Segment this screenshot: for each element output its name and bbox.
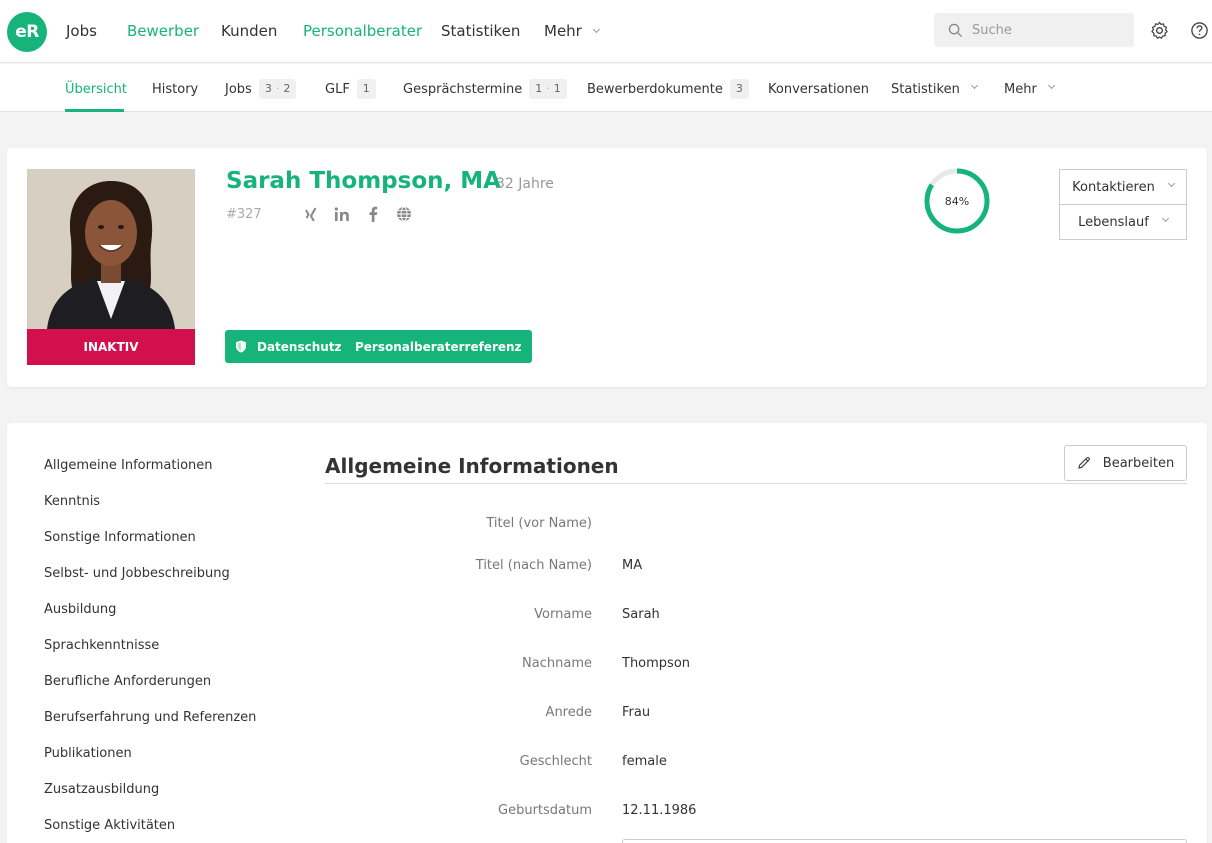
- tab-konversationen[interactable]: Konversationen: [768, 80, 869, 98]
- field-value-titel-nach: MA: [622, 558, 643, 573]
- field-label-titel-nach: Titel (nach Name): [475, 558, 592, 573]
- tab-mehr-label: Mehr: [1004, 81, 1037, 97]
- kontaktieren-dropdown[interactable]: Kontaktieren: [1059, 169, 1187, 205]
- field-label-nachname: Nachname: [522, 656, 592, 671]
- field-label-anrede: Anrede: [545, 705, 592, 720]
- tab-bewerberdokumente-label: Bewerberdokumente: [587, 81, 723, 97]
- sidebar-item-sonstige-aktivitaeten[interactable]: Sonstige Aktivitäten: [44, 818, 175, 833]
- nav-bewerber[interactable]: Bewerber: [127, 22, 199, 40]
- lebenslauf-label: Lebenslauf: [1078, 214, 1149, 230]
- edit-button[interactable]: Bearbeiten: [1064, 445, 1187, 481]
- sidebar-item-ausbildung[interactable]: Ausbildung: [44, 602, 116, 617]
- tab-glf-label: GLF: [325, 81, 350, 97]
- next-field-box[interactable]: [622, 839, 1187, 843]
- candidate-photo[interactable]: [27, 169, 195, 329]
- lebenslauf-dropdown[interactable]: Lebenslauf: [1059, 204, 1187, 240]
- sidebar-item-kenntnis[interactable]: Kenntnis: [44, 494, 100, 509]
- chevron-down-icon: [1167, 179, 1175, 187]
- tab-bewerberdokumente[interactable]: Bewerberdokumente 3: [587, 79, 749, 99]
- chevron-down-icon: [1047, 81, 1055, 89]
- field-label-geburtsdatum: Geburtsdatum: [498, 803, 592, 818]
- tab-mehr[interactable]: Mehr: [1004, 80, 1055, 98]
- field-value-anrede: Frau: [622, 705, 651, 720]
- facebook-icon[interactable]: [364, 205, 382, 223]
- tab-uebersicht[interactable]: Übersicht: [65, 80, 127, 98]
- chevron-down-icon: [1161, 214, 1169, 222]
- tab-history[interactable]: History: [152, 80, 198, 98]
- pencil-icon: [1077, 456, 1090, 469]
- nav-statistiken[interactable]: Statistiken: [441, 22, 520, 40]
- search-input[interactable]: [972, 22, 1122, 38]
- chevron-down-icon: [592, 25, 600, 34]
- field-value-geburtsdatum: 12.11.1986: [622, 803, 697, 818]
- profile-completeness-label: 84%: [944, 194, 970, 208]
- active-tab-indicator: [65, 109, 124, 112]
- candidate-age: 32 Jahre: [496, 176, 554, 192]
- field-value-geschlecht: female: [622, 754, 667, 769]
- kontaktieren-label: Kontaktieren: [1072, 179, 1155, 195]
- status-badge: INAKTIV: [27, 329, 195, 365]
- field-label-vorname: Vorname: [534, 607, 592, 622]
- sidebar-item-berufliche-anforderungen[interactable]: Berufliche Anforderungen: [44, 674, 211, 689]
- profile-card: INAKTIV Sarah Thompson, MA 32 Jahre #327…: [7, 148, 1207, 387]
- count-badge: 3 · 2: [258, 79, 297, 99]
- xing-icon[interactable]: [302, 205, 320, 223]
- sidebar-item-allgemeine-informationen[interactable]: Allgemeine Informationen: [44, 458, 213, 473]
- nav-kunden[interactable]: Kunden: [221, 22, 277, 40]
- tab-jobs-label: Jobs: [225, 81, 252, 97]
- tab-gespraechstermine[interactable]: Gesprächstermine 1 · 1: [403, 79, 567, 99]
- field-label-titel-vor: Titel (vor Name): [486, 516, 592, 531]
- sidebar-item-sprachkenntnisse[interactable]: Sprachkenntnisse: [44, 638, 159, 653]
- search-icon: [948, 23, 963, 37]
- count-badge: 3: [729, 79, 749, 99]
- datenschutz-button[interactable]: Datenschutz: [225, 330, 352, 363]
- tab-jobs[interactable]: Jobs 3 · 2: [225, 79, 297, 99]
- field-value-nachname: Thompson: [622, 656, 691, 671]
- candidate-id: #327: [226, 207, 262, 222]
- sidebar-item-sonstige-informationen[interactable]: Sonstige Informationen: [44, 530, 196, 545]
- count-badge: 1: [356, 79, 376, 99]
- globe-icon[interactable]: [395, 205, 413, 223]
- linkedin-icon[interactable]: [333, 205, 351, 223]
- nav-mehr-label: Mehr: [544, 22, 582, 40]
- personalberaterreferenz-button[interactable]: Personalberaterreferenz: [345, 330, 532, 363]
- count-badge: 1 · 1: [529, 79, 567, 99]
- nav-mehr[interactable]: Mehr: [544, 22, 600, 40]
- datenschutz-label: Datenschutz: [257, 339, 342, 354]
- candidate-tabs: Übersicht History Jobs 3 · 2 GLF 1 Gespräc…: [0, 64, 1212, 112]
- sidebar-item-publikationen[interactable]: Publikationen: [44, 746, 132, 761]
- gear-icon[interactable]: [1149, 20, 1169, 40]
- nav-jobs[interactable]: Jobs: [66, 22, 97, 40]
- edit-label: Bearbeiten: [1102, 455, 1175, 471]
- nav-personalberater[interactable]: Personalberater: [303, 22, 422, 40]
- search-box[interactable]: [934, 13, 1134, 47]
- tab-statistiken[interactable]: Statistiken: [891, 80, 978, 98]
- shield-icon: [236, 340, 246, 353]
- candidate-name: Sarah Thompson, MA: [226, 168, 501, 194]
- top-navbar: eR Jobs Bewerber Kunden Personalberater …: [0, 0, 1212, 63]
- section-divider: [325, 483, 1187, 484]
- sidebar-item-zusatzausbildung[interactable]: Zusatzausbildung: [44, 782, 159, 797]
- section-title: Allgemeine Informationen: [325, 454, 619, 478]
- app-logo[interactable]: eR: [7, 12, 47, 52]
- sidebar-item-selbst-und-jobbeschreibung[interactable]: Selbst- und Jobbeschreibung: [44, 566, 230, 581]
- field-label-geschlecht: Geschlecht: [519, 754, 592, 769]
- tab-gespraechstermine-label: Gesprächstermine: [403, 81, 523, 97]
- tab-glf[interactable]: GLF 1: [325, 79, 376, 99]
- sidebar-item-berufserfahrung[interactable]: Berufserfahrung und Referenzen: [44, 710, 256, 725]
- info-card: Allgemeine Informationen Kenntnis Sonsti…: [7, 423, 1207, 843]
- tab-statistiken-label: Statistiken: [891, 81, 960, 97]
- field-value-vorname: Sarah: [622, 607, 660, 622]
- help-icon[interactable]: [1189, 20, 1209, 40]
- chevron-down-icon: [970, 81, 978, 89]
